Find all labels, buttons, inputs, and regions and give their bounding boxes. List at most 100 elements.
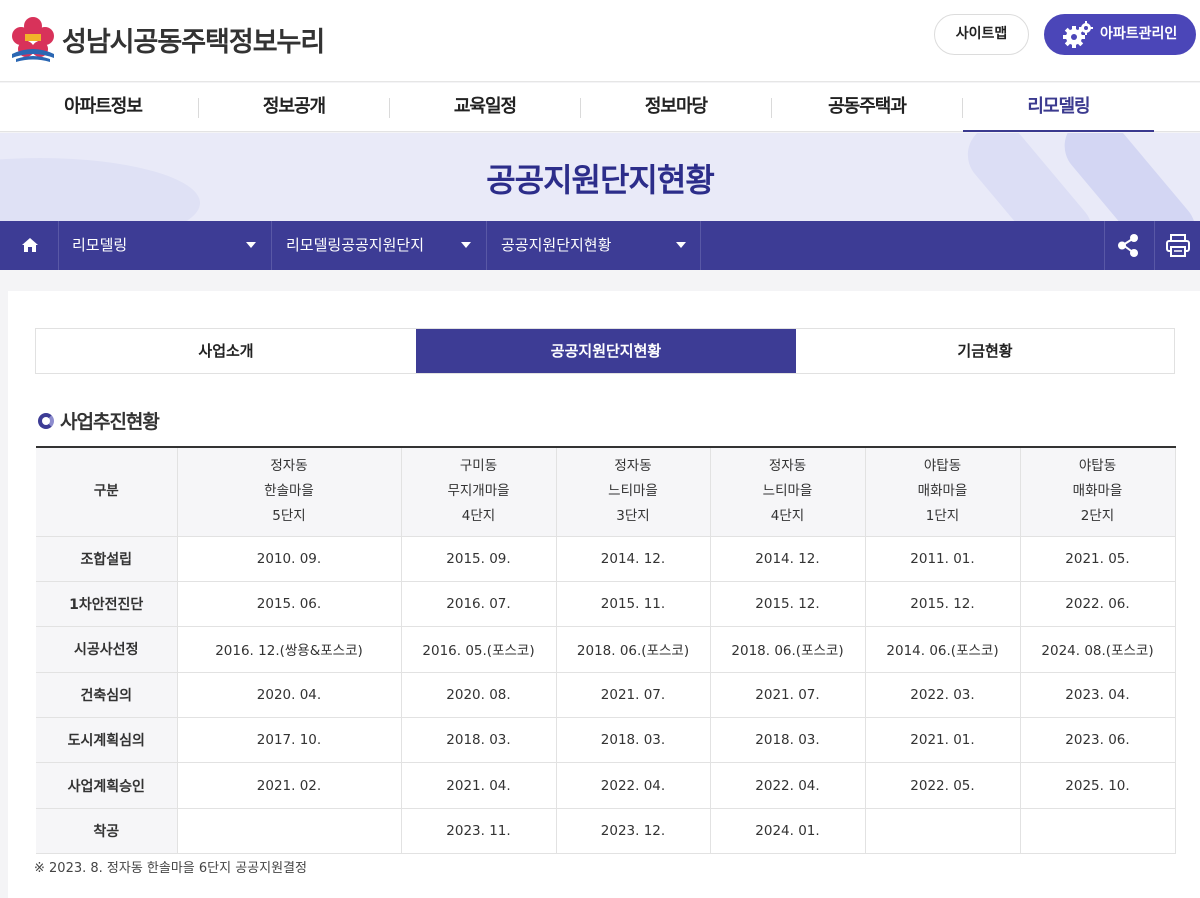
table-cell: 2023. 06.: [1019, 717, 1176, 764]
table-cell: 2016. 12.(쌍용&포스코): [176, 626, 402, 673]
table-cell: [176, 807, 402, 855]
main-navigation: 아파트정보 정보공개 교육일정 정보마당 공동주택과 리모델링: [0, 83, 1200, 132]
print-button[interactable]: [1156, 221, 1200, 270]
breadcrumb-divider: [1154, 221, 1155, 270]
gear-icon: [1063, 21, 1093, 48]
row-header: 건축심의: [36, 671, 178, 719]
table-cell: 2021. 02.: [176, 762, 402, 809]
breadcrumb-item-depth3[interactable]: 공공지원단지현황: [501, 221, 611, 270]
gnb-item-housing-division[interactable]: 공동주택과: [772, 83, 962, 132]
table-cell: 2016. 07.: [400, 580, 557, 628]
table-cell: 2023. 12.: [555, 807, 711, 855]
table-cell: 2015. 12.: [864, 580, 1021, 628]
table-header-row: 구분 정자동 한솔마을 5단지 구미동 무지개마을 4단지 정자동 느티마을 3단지 정자동…: [36, 446, 1176, 537]
table-cell: 2014. 12.: [709, 535, 866, 582]
table-corner-header: 구분: [36, 446, 178, 537]
table-cell: 2011. 01.: [864, 535, 1021, 582]
row-header: 도시계획심의: [36, 717, 178, 764]
column-header: 정자동 느티마을 3단지: [555, 446, 711, 537]
main-content: 사업소개 공공지원단지현황 기금현황 사업추진현황 구분 정자동 한솔마을 5단지 …: [8, 291, 1200, 898]
column-header: 정자동 느티마을 4단지: [709, 446, 866, 537]
breadcrumb-divider: [486, 221, 487, 270]
table-row: 시공사선정 2016. 12.(쌍용&포스코) 2016. 05.(포스코) 2…: [36, 626, 1176, 673]
table-cell: 2020. 04.: [176, 671, 402, 719]
column-header: 야탑동 매화마을 1단지: [864, 446, 1021, 537]
content-tabs: 사업소개 공공지원단지현황 기금현황: [35, 328, 1175, 374]
sitemap-button[interactable]: 사이트맵: [934, 14, 1029, 55]
table-cell: 2015. 11.: [555, 580, 711, 628]
breadcrumb: 리모델링 리모델링공공지원단지 공공지원단지현황: [0, 221, 1200, 270]
table-cell: 2022. 03.: [864, 671, 1021, 719]
table-cell: 2022. 06.: [1019, 580, 1176, 628]
table-cell: 2010. 09.: [176, 535, 402, 582]
table-cell: 2018. 03.: [400, 717, 557, 764]
table-cell: 2021. 04.: [400, 762, 557, 809]
table-row: 건축심의 2020. 04. 2020. 08. 2021. 07. 2021.…: [36, 671, 1176, 719]
table-cell: 2018. 06.(포스코): [555, 626, 711, 673]
ring-bullet-icon: [38, 413, 54, 429]
table-cell: 2021. 07.: [555, 671, 711, 719]
table-row: 1차안전진단 2015. 06. 2016. 07. 2015. 11. 201…: [36, 580, 1176, 628]
chevron-down-icon[interactable]: [676, 242, 686, 248]
page-banner: 공공지원단지현황: [0, 133, 1200, 221]
table-cell: 2024. 01.: [709, 807, 866, 855]
table-row: 도시계획심의 2017. 10. 2018. 03. 2018. 03. 201…: [36, 717, 1176, 764]
table-row: 착공 2023. 11. 2023. 12. 2024. 01.: [36, 807, 1176, 855]
table-cell: 2025. 10.: [1019, 762, 1176, 809]
table-cell: 2017. 10.: [176, 717, 402, 764]
share-button[interactable]: [1106, 221, 1150, 270]
table-cell: 2015. 12.: [709, 580, 866, 628]
row-header: 사업계획승인: [36, 762, 178, 809]
breadcrumb-divider: [58, 221, 59, 270]
table-cell: 2018. 06.(포스코): [709, 626, 866, 673]
print-icon: [1166, 234, 1190, 257]
table-cell: 2014. 12.: [555, 535, 711, 582]
table-cell: 2020. 08.: [400, 671, 557, 719]
gnb-item-education-schedule[interactable]: 교육일정: [390, 83, 580, 132]
table-cell: 2023. 11.: [400, 807, 557, 855]
table-cell: 2021. 01.: [864, 717, 1021, 764]
tab-fund-status[interactable]: 기금현황: [796, 329, 1174, 373]
home-button[interactable]: [0, 221, 58, 270]
tab-business-introduction[interactable]: 사업소개: [36, 329, 416, 373]
table-cell: 2021. 07.: [709, 671, 866, 719]
table-cell: 2016. 05.(포스코): [400, 626, 557, 673]
breadcrumb-item-depth2[interactable]: 리모델링공공지원단지: [286, 221, 424, 270]
gnb-item-apartment-info[interactable]: 아파트정보: [8, 83, 198, 132]
city-emblem-logo[interactable]: [8, 14, 58, 64]
table-row: 사업계획승인 2021. 02. 2021. 04. 2022. 04. 202…: [36, 762, 1176, 809]
gnb-item-information-square[interactable]: 정보마당: [581, 83, 771, 132]
tab-public-support-status[interactable]: 공공지원단지현황: [416, 329, 796, 373]
column-header: 정자동 한솔마을 5단지: [176, 446, 402, 537]
breadcrumb-divider: [271, 221, 272, 270]
gnb-item-remodeling[interactable]: 리모델링: [963, 83, 1154, 132]
home-icon: [22, 238, 38, 252]
breadcrumb-divider: [700, 221, 701, 270]
column-header: 야탑동 매화마을 2단지: [1019, 446, 1176, 537]
site-title[interactable]: 성남시공동주택정보누리: [62, 20, 325, 59]
apartment-admin-button[interactable]: 아파트관리인: [1044, 14, 1196, 55]
chevron-down-icon[interactable]: [246, 242, 256, 248]
table-cell: [1019, 807, 1176, 855]
table-cell: 2023. 04.: [1019, 671, 1176, 719]
row-header: 1차안전진단: [36, 580, 178, 628]
row-header: 조합설립: [36, 535, 178, 582]
table-cell: 2015. 06.: [176, 580, 402, 628]
chevron-down-icon[interactable]: [461, 242, 471, 248]
table-cell: 2014. 06.(포스코): [864, 626, 1021, 673]
breadcrumb-item-depth1[interactable]: 리모델링: [72, 221, 127, 270]
page-title: 공공지원단지현황: [486, 161, 715, 199]
gnb-item-information-disclosure[interactable]: 정보공개: [199, 83, 389, 132]
table-cell: 2018. 03.: [709, 717, 866, 764]
table-cell: [864, 807, 1021, 855]
apartment-admin-label: 아파트관리인: [1100, 26, 1178, 42]
table-cell: 2021. 05.: [1019, 535, 1176, 582]
table-cell: 2022. 05.: [864, 762, 1021, 809]
section-title: 사업추진현황: [60, 411, 160, 433]
progress-status-table: 구분 정자동 한솔마을 5단지 구미동 무지개마을 4단지 정자동 느티마을 3단지 정자동…: [36, 446, 1176, 855]
row-header: 시공사선정: [36, 626, 178, 673]
table-cell: 2024. 08.(포스코): [1019, 626, 1176, 673]
table-cell: 2022. 04.: [555, 762, 711, 809]
row-header: 착공: [36, 807, 178, 855]
table-cell: 2015. 09.: [400, 535, 557, 582]
